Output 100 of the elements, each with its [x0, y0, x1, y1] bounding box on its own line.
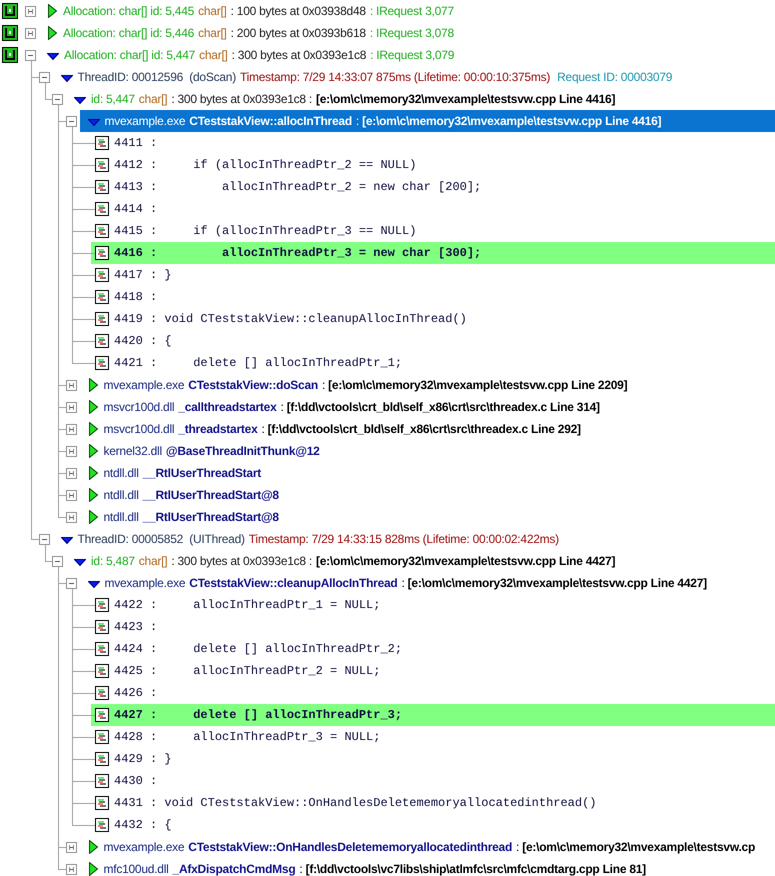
- collapsed-triangle-icon: [88, 466, 98, 480]
- tree-row[interactable]: 4420 : {: [91, 330, 775, 352]
- collapse-button[interactable]: [66, 578, 76, 588]
- size-label: : 300 bytes at 0x0393e1c8: [232, 48, 366, 62]
- tree-row[interactable]: ThreadID: 00005852 (UIThread) Timestamp: 7/29 14:33:15 828ms (Lifetime: 00:00:02:422ms): [52, 528, 775, 550]
- expanded-triangle-icon: [60, 73, 72, 83]
- tree-row[interactable]: id: 5,487 char[] : 300 bytes at 0x0393e1c8 : [e:\om\c\memory32\mvexample\testsvw.cpp Line 4427]: [66, 550, 775, 572]
- tree-row[interactable]: mvexample.exe CTeststakView::cleanupAllocInThread : [e:\om\c\memory32\mvexample\testsvw.cpp Line 4427]: [80, 572, 775, 594]
- allocation-label: Allocation: char[] id: 5,445: [63, 4, 194, 18]
- tree-row[interactable]: 4425 : allocInThreadPtr_2 = NULL;: [91, 660, 775, 682]
- function-label: CTeststakView::allocInThread: [189, 114, 352, 128]
- expand-button[interactable]: [25, 28, 36, 38]
- size-label: : 300 bytes at 0x0393e1c8 :: [171, 554, 312, 568]
- expand-button[interactable]: [66, 424, 76, 434]
- request-id-label: Request ID: 00003079: [557, 70, 672, 84]
- expand-button[interactable]: [66, 864, 76, 874]
- type-label: char[]: [138, 92, 168, 106]
- function-label: CTeststakView::OnHandlesDeletememoryallocatedinthread: [188, 840, 512, 854]
- expand-button[interactable]: [66, 402, 76, 412]
- code-line: 4431 : void CTeststakView::OnHandlesDeletememoryallocatedinthread(): [114, 796, 596, 810]
- tree-row[interactable]: 4418 :: [91, 286, 775, 308]
- size-label: : 100 bytes at 0x03938d48: [230, 4, 366, 18]
- function-label: __RtlUserThreadStart@8: [142, 510, 279, 524]
- expand-button[interactable]: [66, 468, 76, 478]
- tree-row[interactable]: 4431 : void CTeststakView::OnHandlesDeletememoryallocatedinthread(): [91, 792, 775, 814]
- tree-row[interactable]: 4429 : }: [91, 748, 775, 770]
- tree-row[interactable]: 4426 :: [91, 682, 775, 704]
- size-label: : 300 bytes at 0x0393e1c8 :: [171, 92, 312, 106]
- collapsed-triangle-icon: [88, 488, 98, 502]
- tree-row[interactable]: ntdll.dll __RtlUserThreadStart: [80, 462, 775, 484]
- collapsed-triangle-icon: [88, 510, 98, 524]
- tree-row[interactable]: msvcr100d.dll _callthreadstartex : [f:\dd\vctools\crt_bld\self_x86\crt\src\threadex.c Line 314]: [80, 396, 775, 418]
- module-label: mvexample.exe: [104, 576, 186, 590]
- location-label: : [f:\dd\vctools\vc7libs\ship\atlmfc\src\mfc\cmdtarg.cpp Line 81]: [299, 862, 646, 876]
- tree-row[interactable]: 4424 : delete [] allocInThreadPtr_2;: [91, 638, 775, 660]
- collapsed-triangle-icon: [47, 26, 58, 40]
- function-label: __RtlUserThreadStart: [142, 466, 261, 480]
- collapse-button[interactable]: [25, 50, 36, 60]
- tree-row[interactable]: 4419 : void CTeststakView::cleanupAllocInThread(): [91, 308, 775, 330]
- function-label: __RtlUserThreadStart@8: [142, 488, 279, 502]
- expand-button[interactable]: [25, 6, 36, 16]
- module-label: msvcr100d.dll: [104, 422, 174, 436]
- expanded-triangle-icon: [88, 579, 100, 589]
- collapsed-triangle-icon: [88, 444, 98, 458]
- code-line: 4430 :: [114, 774, 158, 788]
- tree-row[interactable]: 4413 : allocInThreadPtr_2 = new char [200];: [91, 176, 775, 198]
- tree-row[interactable]: ntdll.dll __RtlUserThreadStart@8: [80, 484, 775, 506]
- tree-row[interactable]: 4427 : delete [] allocInThreadPtr_3;: [91, 704, 775, 726]
- tree-row[interactable]: ntdll.dll __RtlUserThreadStart@8: [80, 506, 775, 528]
- code-line: 4425 : allocInThreadPtr_2 = NULL;: [114, 664, 380, 678]
- code-line: 4414 :: [114, 202, 158, 216]
- expand-button[interactable]: [66, 512, 76, 522]
- collapsed-triangle-icon: [88, 422, 98, 436]
- tree-row[interactable]: 4411 :: [91, 132, 775, 154]
- expand-button[interactable]: [66, 842, 76, 852]
- tree-row[interactable]: msvcr100d.dll _threadstartex : [f:\dd\vctools\crt_bld\self_x86\crt\src\threadex.c Line 292]: [80, 418, 775, 440]
- collapse-button[interactable]: [66, 116, 76, 126]
- tree-row[interactable]: 4428 : allocInThreadPtr_3 = NULL;: [91, 726, 775, 748]
- tree-row[interactable]: mfc100ud.dll _AfxDispatchCmdMsg : [f:\dd\vctools\vc7libs\ship\atlmfc\src\mfc\cmdtarg.cpp Line 81]: [80, 858, 775, 876]
- expand-button[interactable]: [66, 380, 76, 390]
- tree-row[interactable]: kernel32.dll @BaseThreadInitThunk@12: [80, 440, 775, 462]
- collapse-button[interactable]: [52, 94, 63, 104]
- location-label: : [e:\om\c\memory32\mvexample\testsvw.cpp Line 4416]: [356, 114, 662, 128]
- module-label: ntdll.dll: [104, 488, 139, 502]
- tree-row[interactable]: Allocation: char[] id: 5,447 char[] : 300 bytes at 0x0393e1c8 : IRequest 3,079: [39, 44, 775, 66]
- tree-row[interactable]: mvexample.exe CTeststakView::doScan : [e:\om\c\memory32\mvexample\testsvw.cpp Line 2209]: [80, 374, 775, 396]
- expand-button[interactable]: [66, 490, 76, 500]
- expanded-triangle-icon: [88, 117, 100, 127]
- location-label: [e:\om\c\memory32\mvexample\testsvw.cpp Line 4427]: [316, 554, 616, 568]
- collapse-button[interactable]: [38, 534, 50, 544]
- tree-row[interactable]: 4415 : if (allocInThreadPtr_3 == NULL): [91, 220, 775, 242]
- tree-row[interactable]: 4430 :: [91, 770, 775, 792]
- tree-row[interactable]: mvexample.exe CTeststakView::allocInThread : [e:\om\c\memory32\mvexample\testsvw.cpp Line 4416]: [80, 110, 775, 132]
- request-label: : IRequest 3,079: [370, 48, 454, 62]
- tree-row[interactable]: Allocation: char[] id: 5,445 char[] : 100 bytes at 0x03938d48 : IRequest 3,077: [39, 0, 775, 22]
- request-label: : IRequest 3,078: [370, 26, 454, 40]
- code-line: 4419 : void CTeststakView::cleanupAllocInThread(): [114, 312, 467, 326]
- tree-row[interactable]: 4423 :: [91, 616, 775, 638]
- timestamp-label: Timestamp: 7/29 14:33:07 875ms (Lifetime: 00:00:10:375ms): [240, 70, 550, 84]
- id-label: id: 5,487: [91, 554, 135, 568]
- tree-row[interactable]: ThreadID: 00012596 (doScan) Timestamp: 7/29 14:33:07 875ms (Lifetime: 00:00:10:375ms) Request ID: 00003079: [52, 66, 775, 88]
- collapse-button[interactable]: [52, 556, 63, 566]
- tree-row[interactable]: 4422 : allocInThreadPtr_1 = NULL;: [91, 594, 775, 616]
- tree-row[interactable]: id: 5,447 char[] : 300 bytes at 0x0393e1c8 : [e:\om\c\memory32\mvexample\testsvw.cpp Line 4416]: [66, 88, 775, 110]
- collapsed-triangle-icon: [47, 4, 58, 18]
- code-line: 4415 : if (allocInThreadPtr_3 == NULL): [114, 224, 416, 238]
- tree-row[interactable]: 4421 : delete [] allocInThreadPtr_1;: [91, 352, 775, 374]
- tree-row[interactable]: Allocation: char[] id: 5,446 char[] : 200 bytes at 0x0393b618 : IRequest 3,078: [39, 22, 775, 44]
- tree-row[interactable]: 4432 : {: [91, 814, 775, 836]
- tree-row[interactable]: 4417 : }: [91, 264, 775, 286]
- tree-row[interactable]: mvexample.exe CTeststakView::OnHandlesDeletememoryallocatedinthread : [e:\om\c\memory32\mvexample\testsvw.cp: [80, 836, 775, 858]
- code-line: 4416 : allocInThreadPtr_3 = new char [300];: [114, 246, 482, 260]
- tree-row[interactable]: 4416 : allocInThreadPtr_3 = new char [300];: [91, 242, 775, 264]
- function-label: _AfxDispatchCmdMsg: [172, 862, 296, 876]
- tree-row[interactable]: 4414 :: [91, 198, 775, 220]
- collapse-button[interactable]: [38, 72, 50, 82]
- code-line: 4426 :: [114, 686, 158, 700]
- tree-row[interactable]: 4412 : if (allocInThreadPtr_2 == NULL): [91, 154, 775, 176]
- module-label: msvcr100d.dll: [104, 400, 174, 414]
- expand-button[interactable]: [66, 446, 76, 456]
